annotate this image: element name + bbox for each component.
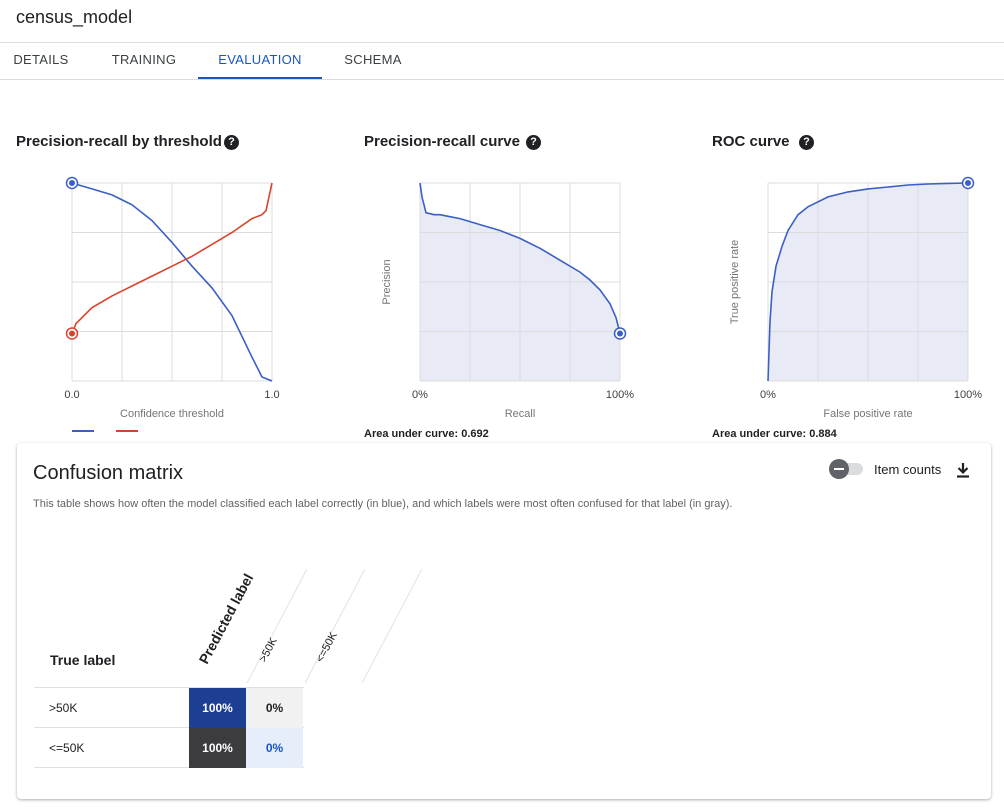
endpoint-marker-dot: [965, 180, 971, 186]
matrix-cell: 0%: [246, 688, 303, 728]
column-header: >50K: [257, 635, 280, 664]
item-counts-label: Item counts: [874, 462, 942, 477]
confusion-matrix-description: This table shows how often the model cla…: [33, 498, 733, 510]
endpoint-marker-dot: [617, 330, 623, 337]
pr-auc-text: Area under curve: 0.692: [364, 428, 489, 440]
matrix-cell: 100%: [189, 728, 246, 768]
roc-title: ROC curve: [712, 133, 790, 150]
x-tick-label: 100%: [954, 389, 982, 401]
x-tick-label: 100%: [606, 389, 634, 401]
predicted-label-header: Predicted label: [196, 571, 257, 666]
help-icon[interactable]: ?: [799, 135, 814, 150]
confusion-matrix-title: Confusion matrix: [33, 462, 184, 484]
roc-auc-text: Area under curve: 0.884: [712, 428, 837, 440]
page-title: census_model: [16, 7, 133, 27]
pr-threshold-chart: 0.0 1.0 Confidence threshold: [64, 176, 280, 432]
row-label: <=50K: [49, 741, 85, 755]
matrix-header-diagonals: Predicted label >50K <=50K: [196, 568, 423, 684]
endpoint-marker-dot: [69, 330, 75, 337]
item-counts-toggle[interactable]: [827, 459, 867, 479]
x-axis-label: Recall: [505, 408, 536, 420]
true-label-header: True label: [50, 652, 116, 668]
row-label: >50K: [49, 701, 78, 715]
confusion-matrix-card: Confusion matrix This table shows how of…: [17, 443, 991, 799]
tab-schema[interactable]: SCHEMA: [334, 43, 412, 79]
pr-curve-chart: 0% 100% Recall Precision: [381, 182, 634, 420]
pr-curve-title: Precision-recall curve: [364, 133, 520, 150]
tab-details[interactable]: DETAILS: [0, 43, 82, 79]
matrix-cell: 0%: [246, 728, 303, 768]
tab-training[interactable]: TRAINING: [100, 43, 188, 79]
tab-bar: DETAILS TRAINING EVALUATION SCHEMA: [0, 43, 1004, 80]
x-tick-label: 0.0: [64, 389, 79, 401]
diagonal-line: [246, 568, 308, 684]
roc-chart: 0% 100% False positive rate True positiv…: [729, 176, 982, 420]
diagonal-line: [304, 568, 366, 684]
tab-evaluation[interactable]: EVALUATION: [198, 43, 322, 79]
matrix-cell: 100%: [189, 688, 246, 728]
x-axis-label: Confidence threshold: [120, 408, 224, 420]
x-tick-label: 0%: [412, 389, 428, 401]
diagonal-line: [361, 568, 423, 684]
endpoint-marker-dot: [69, 180, 75, 186]
x-tick-label: 0%: [760, 389, 776, 401]
pr-threshold-title: Precision-recall by threshold: [16, 133, 222, 150]
help-icon[interactable]: ?: [224, 135, 239, 150]
download-icon[interactable]: [955, 461, 971, 479]
toggle-knob: [829, 459, 849, 479]
column-header: <=50K: [314, 630, 340, 665]
x-tick-label: 1.0: [264, 389, 279, 401]
y-axis-label: True positive rate: [729, 240, 741, 325]
x-axis-label: False positive rate: [823, 408, 912, 420]
help-icon[interactable]: ?: [526, 135, 541, 150]
y-axis-label: Precision: [381, 259, 393, 304]
